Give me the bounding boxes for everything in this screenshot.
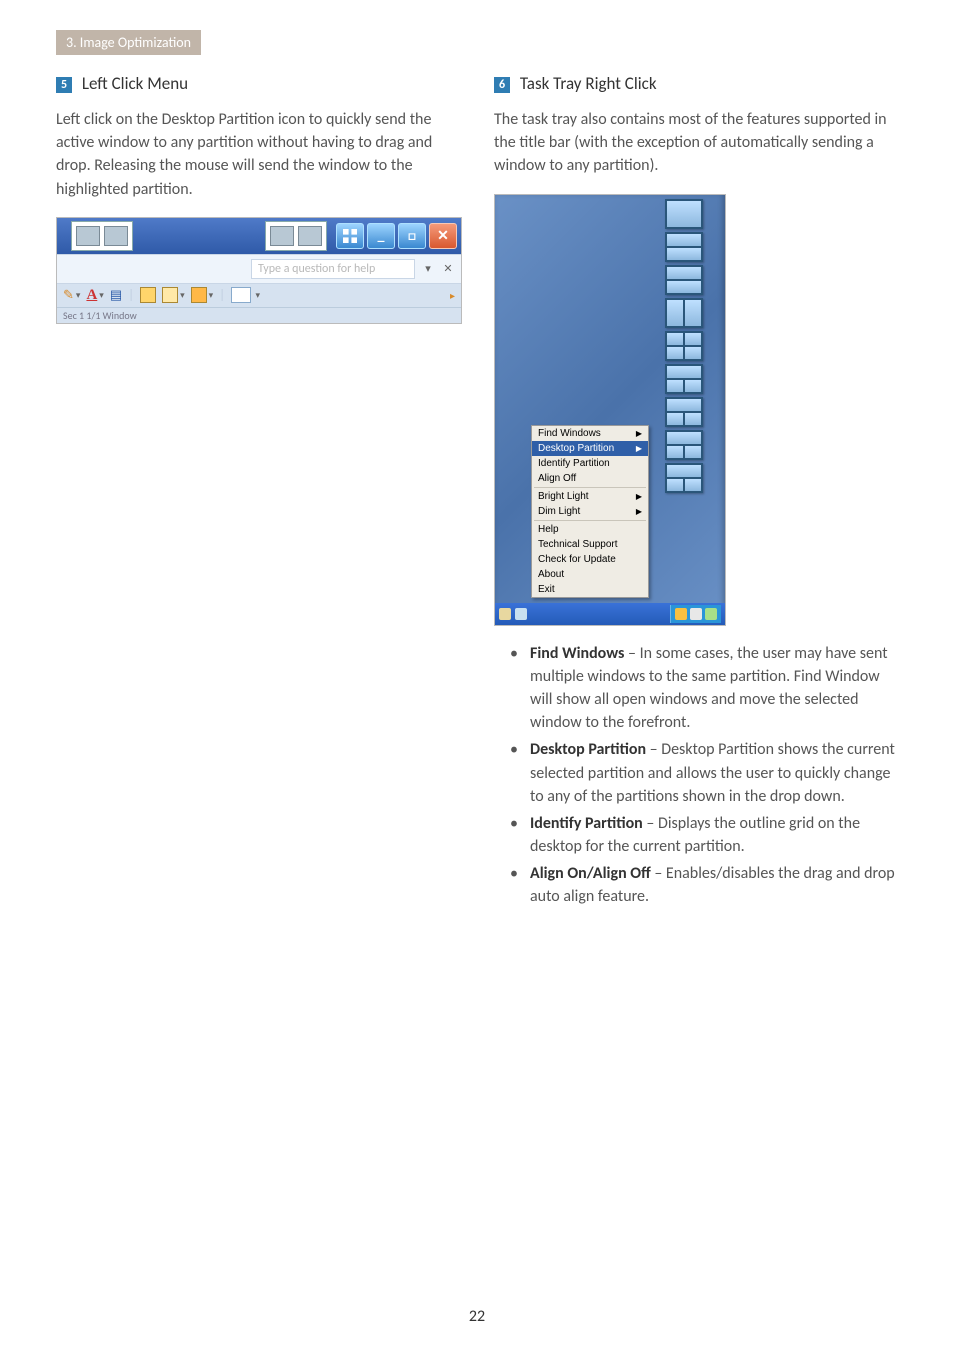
- minimize-button[interactable]: _: [367, 223, 395, 249]
- taskbar-icon[interactable]: [499, 608, 511, 620]
- help-dropdown-icon[interactable]: ▾: [421, 262, 435, 276]
- partition-opt-full[interactable]: [665, 199, 703, 229]
- taskbar: [495, 603, 725, 625]
- menu-bright-light[interactable]: Bright Light▶: [532, 489, 648, 504]
- font-color-button[interactable]: A▾: [86, 287, 103, 304]
- partition-opt-v2[interactable]: [665, 298, 703, 328]
- partition-flyout: [665, 199, 701, 493]
- window-titlebar: _ □ ✕: [57, 218, 461, 254]
- partition-opt-tri2[interactable]: [665, 397, 703, 427]
- partition-opt-tri4[interactable]: [665, 463, 703, 493]
- section-5-title-text: Left Click Menu: [82, 73, 188, 94]
- right-column: 6 Task Tray Right Click The task tray al…: [494, 73, 898, 913]
- context-menu: Find Windows▶ Desktop Partition▶ Identif…: [531, 425, 649, 598]
- section-6-title: 6 Task Tray Right Click: [494, 73, 898, 94]
- help-bar: Type a question for help ▾ ✕: [57, 254, 461, 284]
- highlight-3-icon[interactable]: ▾: [191, 287, 214, 303]
- chapter-header: 3. Image Optimization: [56, 30, 201, 55]
- step-badge-6: 6: [494, 77, 510, 93]
- menu-dim-light[interactable]: Dim Light▶: [532, 504, 648, 519]
- menu-align-off[interactable]: Align Off: [532, 471, 648, 486]
- partition-opt-g4[interactable]: [665, 331, 703, 361]
- format-toolbar: ✎▾ A▾ ▤ | ▾ ▾ | ab▾ ▸: [57, 284, 461, 307]
- partition-opt-h2[interactable]: [665, 232, 703, 262]
- tray-icon[interactable]: [675, 608, 687, 620]
- menu-help[interactable]: Help: [532, 522, 648, 537]
- list-item: Desktop Partition – Desktop Partition sh…: [516, 738, 898, 808]
- partition-opt-h2b[interactable]: [665, 265, 703, 295]
- step-badge-5: 5: [56, 77, 72, 93]
- help-close-icon[interactable]: ✕: [441, 262, 455, 276]
- highlight-1-icon[interactable]: [140, 287, 156, 303]
- left-column: 5 Left Click Menu Left click on the Desk…: [56, 73, 460, 913]
- section-5-title: 5 Left Click Menu: [56, 73, 460, 94]
- partition-opt-tri1[interactable]: [665, 364, 703, 394]
- list-item: Find Windows – In some cases, the user m…: [516, 642, 898, 735]
- figure-left-click: _ □ ✕ Type a question for help ▾ ✕ ✎▾ A▾…: [56, 217, 462, 324]
- menu-exit[interactable]: Exit: [532, 582, 648, 597]
- system-tray: [670, 605, 721, 623]
- section-6-paragraph: The task tray also contains most of the …: [494, 108, 898, 178]
- menu-about[interactable]: About: [532, 567, 648, 582]
- align-icon[interactable]: ▤: [110, 288, 122, 303]
- tray-icon[interactable]: [690, 608, 702, 620]
- close-button[interactable]: ✕: [429, 223, 457, 249]
- help-input[interactable]: Type a question for help: [251, 259, 415, 279]
- list-item: Identify Partition – Displays the outlin…: [516, 812, 898, 858]
- partition-opt-tri3[interactable]: [665, 430, 703, 460]
- figure-task-tray: Find Windows▶ Desktop Partition▶ Identif…: [494, 194, 726, 626]
- menu-tech-support[interactable]: Technical Support: [532, 537, 648, 552]
- partition-thumb-2[interactable]: [265, 221, 327, 251]
- toolbar-expand-icon[interactable]: ▸: [450, 289, 455, 302]
- list-item: Align On/Align Off – Enables/disables th…: [516, 862, 898, 908]
- menu-identify-partition[interactable]: Identify Partition: [532, 456, 648, 471]
- pencil-icon[interactable]: ✎▾: [63, 288, 80, 303]
- highlight-2-icon[interactable]: ▾: [162, 287, 185, 303]
- maximize-button[interactable]: □: [398, 223, 426, 249]
- partition-thumb-1[interactable]: [71, 221, 133, 251]
- section-6-title-text: Task Tray Right Click: [520, 73, 657, 94]
- statusbar: Sec 1 1/1 Window: [57, 307, 461, 323]
- page-number: 22: [0, 1307, 954, 1326]
- taskbar-icon[interactable]: [515, 608, 527, 620]
- feature-list: Find Windows – In some cases, the user m…: [494, 642, 898, 909]
- menu-desktop-partition[interactable]: Desktop Partition▶: [532, 441, 648, 456]
- menu-find-windows[interactable]: Find Windows▶: [532, 426, 648, 441]
- partition-icon[interactable]: [336, 223, 364, 249]
- tray-icon[interactable]: [705, 608, 717, 620]
- ab-highlight-button[interactable]: ab▾: [231, 287, 260, 303]
- menu-check-update[interactable]: Check for Update: [532, 552, 648, 567]
- section-5-paragraph: Left click on the Desktop Partition icon…: [56, 108, 460, 201]
